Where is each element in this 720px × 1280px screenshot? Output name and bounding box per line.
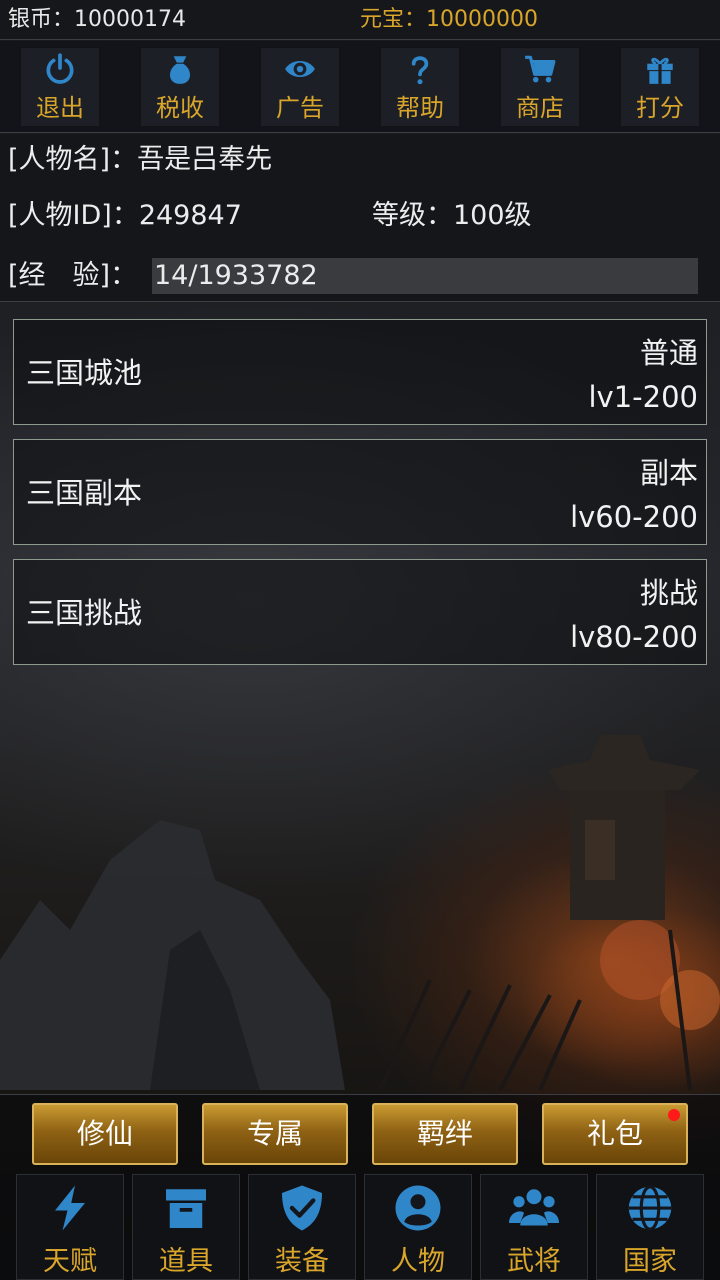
help-button[interactable]: 帮助	[380, 47, 460, 127]
gold-value: 10000000	[426, 7, 538, 32]
character-level-row: 等级：100级	[372, 196, 532, 236]
character-id: 249847	[138, 200, 242, 231]
rate-label: 打分	[636, 93, 684, 122]
mode-type: 普通	[639, 336, 698, 370]
shop-button[interactable]: 商店	[500, 47, 580, 127]
cultivation-button[interactable]: 修仙	[32, 1103, 178, 1165]
nav-character[interactable]: 人物	[364, 1174, 472, 1280]
silver-display: 银币：10000174	[8, 0, 186, 40]
nav-talent-label: 天赋	[43, 1246, 97, 1277]
character-name: 吾是吕奉先	[137, 144, 273, 175]
mode-card-challenge[interactable]: 三国挑战 挑战 lv80-200	[13, 559, 707, 665]
mode-name: 三国副本	[26, 476, 143, 510]
nav-generals-label: 武将	[507, 1246, 561, 1277]
nav-nation-label: 国家	[623, 1246, 677, 1277]
character-id-row: [人物ID]：249847	[8, 196, 242, 236]
character-name-row: [人物名]：吾是吕奉先	[8, 140, 272, 180]
gift-pack-button[interactable]: 礼包	[542, 1103, 688, 1165]
character-level: 100级	[453, 200, 532, 231]
nav-talent[interactable]: 天赋	[16, 1174, 124, 1280]
silver-label: 银币：	[8, 7, 75, 32]
cart-icon	[525, 55, 556, 82]
cultivation-label: 修仙	[76, 1117, 133, 1150]
gold-label: 元宝：	[360, 7, 427, 32]
currency-bar: 银币：10000174 元宝：10000000	[0, 0, 720, 40]
mode-name: 三国城池	[26, 356, 143, 390]
mode-card-cities[interactable]: 三国城池 普通 lv1-200	[13, 319, 707, 425]
mode-card-dungeon[interactable]: 三国副本 副本 lv60-200	[13, 439, 707, 545]
nav-items-label: 道具	[159, 1246, 213, 1277]
action-toolbar: 退出 税收 广告 帮助 商店 打分	[0, 41, 720, 133]
mode-type: 副本	[639, 456, 698, 490]
tax-label: 税收	[156, 93, 204, 122]
character-level-label: 等级：	[372, 200, 453, 231]
mode-level-range: lv1-200	[588, 380, 699, 414]
group-icon	[509, 1189, 559, 1226]
exclusive-label: 专属	[246, 1117, 303, 1150]
exit-button[interactable]: 退出	[20, 47, 100, 127]
experience-value: 14/1933782	[154, 260, 318, 291]
nav-nation[interactable]: 国家	[596, 1174, 704, 1280]
nav-character-label: 人物	[391, 1246, 445, 1277]
box-icon	[166, 1189, 206, 1228]
nav-equipment[interactable]: 装备	[248, 1174, 356, 1280]
silver-value: 10000174	[74, 7, 186, 32]
mode-level-range: lv60-200	[570, 500, 698, 534]
gift-pack-label: 礼包	[586, 1117, 643, 1150]
character-info-panel: [人物名]：吾是吕奉先 [人物ID]：249847 等级：100级 [经 验]：…	[0, 134, 720, 302]
experience-label: [经 验]：	[8, 260, 138, 291]
gift-icon	[647, 57, 673, 84]
bonds-button[interactable]: 羁绊	[372, 1103, 518, 1165]
mode-type: 挑战	[639, 576, 698, 610]
ads-button[interactable]: 广告	[260, 47, 340, 127]
character-id-label: [人物ID]：	[8, 200, 139, 231]
help-label: 帮助	[396, 93, 444, 122]
nav-generals[interactable]: 武将	[480, 1174, 588, 1280]
nav-items[interactable]: 道具	[132, 1174, 240, 1280]
person-icon	[395, 1185, 441, 1231]
tax-button[interactable]: 税收	[140, 47, 220, 127]
mode-level-range: lv80-200	[570, 620, 698, 654]
eye-icon	[285, 60, 315, 77]
shop-label: 商店	[516, 93, 564, 122]
feature-button-row: 修仙 专属 羁绊 礼包	[0, 1094, 720, 1174]
shield-check-icon	[282, 1185, 322, 1231]
exit-label: 退出	[36, 93, 84, 122]
gold-display: 元宝：10000000	[360, 0, 538, 40]
ads-label: 广告	[276, 93, 324, 122]
exclusive-button[interactable]: 专属	[202, 1103, 348, 1165]
notification-dot	[668, 1109, 680, 1121]
experience-bar: 14/1933782	[152, 258, 698, 294]
nav-equipment-label: 装备	[275, 1246, 329, 1277]
question-icon	[411, 55, 429, 84]
bottom-navigation: 天赋 道具 装备 人物 武将 国家	[0, 1174, 720, 1280]
globe-icon	[628, 1185, 672, 1231]
bonds-label: 羁绊	[416, 1117, 473, 1150]
mode-name: 三国挑战	[26, 596, 143, 630]
rate-button[interactable]: 打分	[620, 47, 700, 127]
character-name-label: [人物名]：	[8, 144, 138, 175]
money-bag-icon	[169, 55, 191, 84]
power-icon	[46, 52, 74, 84]
lightning-icon	[55, 1185, 85, 1231]
